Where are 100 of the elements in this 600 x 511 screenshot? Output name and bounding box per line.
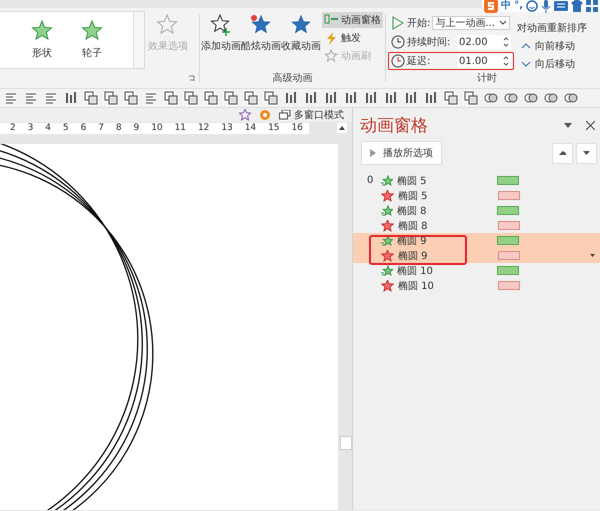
move-earlier-button[interactable]: 向前移动 — [517, 39, 587, 53]
overlap-circles-icon[interactable] — [504, 91, 518, 105]
gallery-scrollbar[interactable] — [133, 12, 144, 68]
ruler-number: 14 — [244, 123, 256, 133]
clock-icon — [391, 54, 405, 68]
overlap-squares-icon[interactable] — [204, 91, 218, 105]
play-selected-button[interactable]: 播放所选项 — [361, 141, 442, 165]
ribbon-button[interactable]: 触发 — [322, 30, 383, 46]
exit-star-icon — [381, 220, 394, 232]
scroll-thumb[interactable] — [340, 436, 352, 450]
ruler-number: 4 — [45, 123, 51, 133]
bars-icon[interactable] — [344, 91, 358, 105]
move-down-button[interactable] — [576, 142, 597, 164]
ime-indicator[interactable]: °, — [514, 0, 523, 12]
bars-icon[interactable] — [304, 91, 318, 105]
bars-icon[interactable] — [404, 91, 418, 105]
animation-list-item[interactable]: 椭圆 10 — [353, 263, 600, 278]
add-animation-button[interactable]: 添加动画 — [201, 8, 241, 71]
overlap-squares-icon[interactable] — [164, 91, 178, 105]
down-chevron-icon — [521, 60, 531, 68]
overlap-squares-icon[interactable] — [184, 91, 198, 105]
bars-icon[interactable] — [424, 91, 438, 105]
microphone-icon — [541, 0, 551, 12]
animation-list-item[interactable]: 0 椭圆 5 — [353, 173, 600, 188]
ruler-number: 2 — [10, 123, 16, 133]
entrance-star-icon — [381, 175, 393, 186]
sequence-number: 0 — [367, 175, 374, 186]
overlap-squares-icon[interactable] — [124, 91, 138, 105]
bars-icon[interactable] — [284, 91, 298, 105]
animation-name: 椭圆 8 — [397, 204, 428, 218]
reorder-title: 对动画重新排序 — [517, 22, 587, 35]
overlap-circles-icon[interactable] — [484, 91, 498, 105]
windows-icon — [279, 110, 291, 120]
overlap-squares-icon[interactable] — [264, 91, 278, 105]
star-icon — [289, 14, 313, 36]
close-icon — [586, 121, 595, 130]
group-label: 高级动画 — [272, 72, 314, 86]
group-label: 计时 — [476, 72, 498, 86]
animation-list-item[interactable]: 椭圆 8 — [353, 203, 600, 218]
field-label: 开始: — [407, 17, 430, 30]
overlap-squares-icon[interactable] — [104, 91, 118, 105]
overlap-squares-icon[interactable] — [224, 91, 238, 105]
scroll-up-button[interactable] — [337, 123, 347, 133]
ruler-number: 8 — [116, 123, 122, 133]
bars-icon[interactable] — [324, 91, 338, 105]
spinner-field[interactable]: 01.00 — [457, 54, 511, 68]
cool-animation-button[interactable]: 酷炫动画 — [241, 8, 281, 71]
bars-icon[interactable] — [64, 91, 78, 105]
grid-icon — [586, 0, 598, 12]
align-lines-icon[interactable] — [144, 91, 158, 105]
multi-window-button[interactable]: 多窗口模式 — [279, 108, 344, 122]
ruler-number: 7 — [98, 123, 104, 133]
gallery-item[interactable]: 轮子 — [72, 20, 112, 60]
overlap-squares-icon[interactable] — [84, 91, 98, 105]
down-triangle-icon — [583, 151, 590, 155]
clock-icon — [391, 35, 405, 49]
animation-list-item[interactable]: 椭圆 8 — [353, 218, 600, 233]
overlap-circles-icon[interactable] — [544, 91, 558, 105]
ruler-number: 9 — [134, 123, 140, 133]
animation-name: 椭圆 5 — [398, 190, 429, 202]
timeline-bar — [498, 251, 520, 260]
bars-icon[interactable] — [364, 91, 378, 105]
pane-title: 动画窗格 — [360, 115, 428, 137]
up-triangle-icon — [559, 151, 566, 155]
align-lines-icon[interactable] — [24, 91, 38, 105]
overlap-circles-icon[interactable] — [524, 91, 538, 105]
timeline-bar — [497, 236, 519, 245]
align-lines-icon[interactable] — [44, 91, 58, 105]
ruler-number: 6 — [80, 123, 86, 133]
move-later-button[interactable]: 向后移动 — [517, 57, 587, 71]
animation-name: 椭圆 9 — [398, 250, 429, 262]
star-icon — [81, 20, 103, 42]
animation-name: 椭圆 10 — [397, 264, 434, 278]
ribbon-button[interactable]: 动画窗格 — [322, 12, 383, 28]
star-icon — [31, 20, 53, 42]
caret-icon — [590, 254, 595, 257]
favorite-animation-button[interactable]: 收藏动画 — [281, 8, 321, 71]
start-dropdown[interactable]: 与上一动画... — [432, 16, 510, 30]
ruler-number: 12 — [198, 123, 210, 133]
ruler-number: 13 — [221, 123, 233, 133]
overlap-squares-icon[interactable] — [244, 91, 258, 105]
field-label: 延迟: — [407, 55, 432, 68]
animation-list-item[interactable]: 椭圆 9 — [353, 248, 600, 263]
bars-icon[interactable] — [384, 91, 398, 105]
overlap-squares-icon[interactable] — [444, 91, 458, 105]
entrance-star-icon — [381, 265, 393, 276]
play-icon — [391, 16, 405, 30]
spin-arrows-icon — [503, 36, 509, 48]
timeline-bar — [498, 221, 520, 230]
timeline-bar — [498, 281, 520, 290]
overlap-squares-icon[interactable] — [464, 91, 478, 105]
spinner-field[interactable]: 02.00 — [457, 35, 511, 49]
ruler-number: 11 — [174, 123, 186, 133]
animation-list-item[interactable]: 椭圆 10 — [353, 278, 600, 293]
gallery-item[interactable]: 形状 — [22, 20, 62, 60]
animation-list-item[interactable]: 椭圆 5 — [353, 188, 600, 203]
move-up-button[interactable] — [552, 142, 573, 164]
align-lines-icon[interactable] — [4, 91, 18, 105]
exit-star-icon — [381, 190, 394, 202]
overlap-circles-icon[interactable] — [564, 91, 578, 105]
